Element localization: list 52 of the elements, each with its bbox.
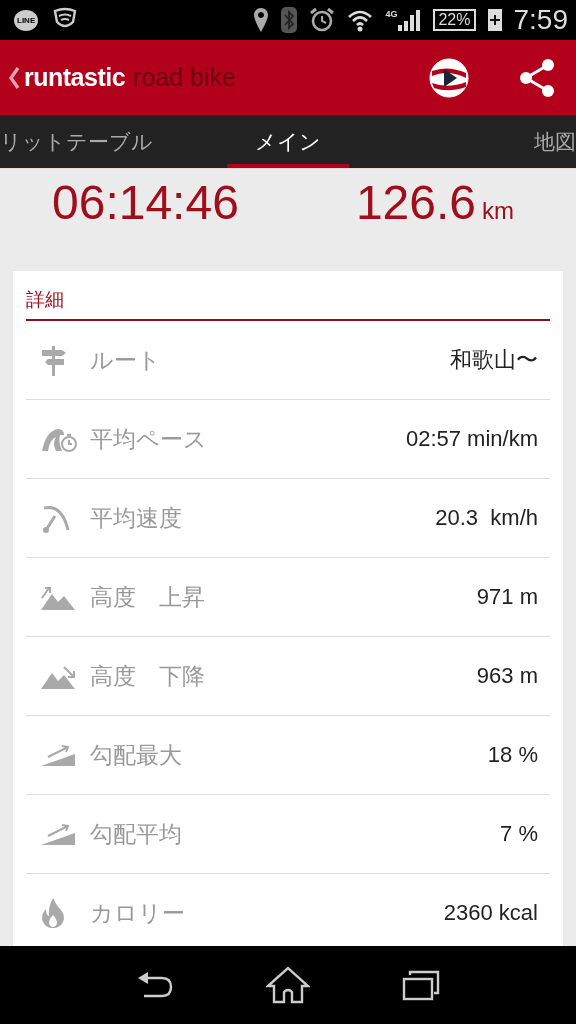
play-icon [428, 56, 470, 99]
home-button[interactable] [266, 966, 310, 1004]
share-icon [518, 57, 556, 98]
mountain-down-arrow-icon [40, 663, 76, 689]
stat-value: 02:57 min/km [405, 426, 538, 452]
stat-label: 平均速度 [90, 503, 183, 533]
stat-value: 7 % [500, 821, 538, 847]
slope-arrow-icon [40, 743, 76, 767]
bluetooth-icon [281, 7, 298, 33]
home-icon [266, 966, 310, 1004]
tab[interactable]: 地図 [534, 115, 576, 168]
stat-value: 963 m [476, 663, 538, 689]
app-logo: runtastic [24, 63, 126, 92]
stat-value: 2360 kcal [443, 900, 538, 926]
stat-label: 高度 上昇 [90, 582, 206, 612]
app-logo-subtitle: road bike [133, 63, 236, 92]
tab[interactable]: リットテーブル [0, 115, 153, 168]
network-type: 4G [385, 9, 398, 19]
tab[interactable]: メイン [227, 115, 349, 168]
distance-unit: km [482, 197, 514, 225]
recent-apps-button[interactable] [402, 969, 440, 1001]
play-button[interactable] [428, 56, 470, 99]
back-button[interactable] [136, 970, 174, 1000]
clock-time: 7:59 [513, 4, 568, 36]
stat-label: 高度 下降 [90, 661, 206, 691]
distance-value: 126.6 [355, 175, 476, 231]
section-title: 詳細 [26, 271, 550, 321]
recent-apps-icon [402, 969, 440, 1001]
stat-label: ルート [90, 345, 162, 375]
stat-label: カロリー [90, 898, 186, 928]
stat-label: 平均ペース [90, 424, 208, 454]
back-chevron-icon [8, 65, 20, 90]
share-button[interactable] [518, 57, 556, 98]
alarm-clock-icon [309, 7, 336, 33]
location-pin-icon [253, 7, 270, 33]
stat-value: 971 m [476, 584, 538, 610]
duration-value: 06:14:46 [52, 175, 239, 231]
chat-app-badge: LINE [14, 9, 39, 31]
signal-icon [397, 9, 422, 31]
stat-value: 18 % [487, 742, 538, 768]
back-icon [136, 970, 174, 1000]
stat-value: 和歌山〜 [450, 346, 538, 374]
slope-arrow-icon [40, 822, 76, 846]
wifi-icon [347, 8, 374, 32]
mountain-up-arrow-icon [40, 584, 76, 610]
signpost-icon [40, 344, 68, 376]
stat-value: 20.3 km/h [435, 505, 538, 531]
flame-icon [40, 897, 66, 929]
stat-label: 勾配最大 [90, 740, 183, 770]
stat-label: 勾配平均 [90, 819, 183, 849]
charging-icon [487, 9, 502, 31]
battery-indicator: 22% [433, 9, 476, 31]
